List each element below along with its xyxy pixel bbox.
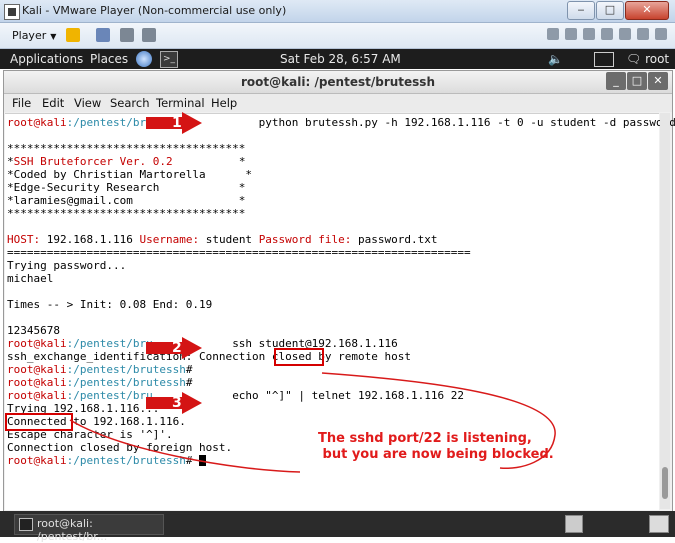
show-desktop-icon[interactable] [649, 515, 669, 533]
taskbar-item-label: root@kali: /pentest/br... [37, 517, 108, 543]
connector-from-connected [69, 419, 301, 473]
callout-text: The sshd port/22 is listening, but you a… [318, 431, 554, 462]
workspace-switcher-icon[interactable] [565, 515, 583, 533]
terminal-icon [19, 518, 33, 531]
taskbar-terminal-item[interactable]: root@kali: /pentest/br... [14, 514, 164, 543]
bottom-taskbar: root@kali: /pentest/br... [0, 511, 675, 543]
